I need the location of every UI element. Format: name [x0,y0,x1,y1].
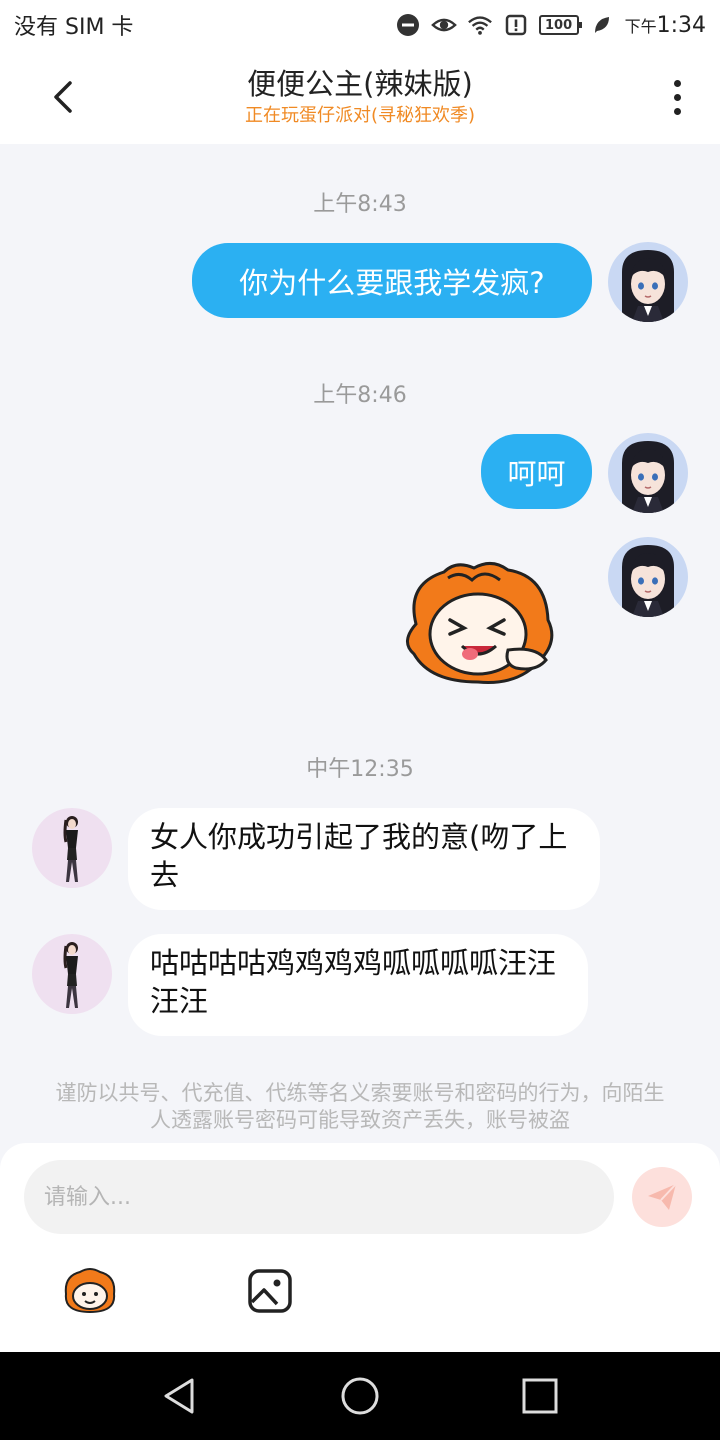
girl-figure-avatar-icon [63,816,78,882]
nav-back-button[interactable] [156,1372,204,1420]
chat-subtitle: 正在玩蛋仔派对(寻秘狂欢季) [244,105,476,126]
alert-icon [503,12,529,38]
circle-home-icon [341,1377,379,1415]
avatar-self[interactable] [608,433,688,513]
timestamp: 上午8:46 [313,383,407,408]
message-bubble-incoming[interactable]: 咕咕咕咕鸡鸡鸡鸡呱呱呱呱汪汪汪汪 [128,934,588,1036]
timestamp: 上午8:43 [313,192,407,217]
chevron-left-icon [54,81,72,113]
sticker-message[interactable] [396,554,564,690]
status-bar: 没有 SIM 卡 100 下午1:34 [0,0,720,50]
battery-indicator: 100 [538,15,582,35]
back-button[interactable] [40,74,86,120]
message-bubble-incoming[interactable]: 女人你成功引起了我的意(吻了上去 [128,808,600,910]
more-vertical-icon [673,79,681,87]
time-prefix: 下午 [624,16,657,36]
chat-screen: 没有 SIM 卡 100 下午1:34 便便公主(辣妹版) 正在玩蛋仔派对(寻秘… [0,0,720,1440]
square-recents-icon [522,1378,558,1414]
message-input[interactable] [24,1160,614,1234]
message-bubble-outgoing[interactable]: 你为什么要跟我学发疯? [192,243,592,318]
eye-icon [430,12,457,38]
security-warning: 谨防以共号、代充值、代练等名义索要账号和密码的行为，向陌生人透露账号密码可能导致… [55,1081,665,1132]
anime-girl-avatar-icon [622,250,674,322]
chat-title: 便便公主(辣妹版) [247,67,473,101]
more-options-button[interactable] [662,72,692,122]
nav-recents-button[interactable] [516,1372,564,1420]
paper-plane-icon [648,1183,677,1210]
message-bubble-outgoing[interactable]: 呵呵 [481,434,592,509]
send-button[interactable] [632,1167,692,1227]
avatar-self[interactable] [608,242,688,322]
image-icon [248,1269,292,1313]
timestamp: 中午12:35 [306,757,414,782]
system-nav-bar [0,1352,720,1440]
leaf-icon [589,12,615,38]
carrier-text: 没有 SIM 卡 [14,15,134,40]
triangle-back-icon [164,1378,194,1414]
emoji-sticker-button[interactable] [60,1265,120,1317]
avatar-contact[interactable] [32,808,112,888]
avatar-contact[interactable] [32,934,112,1014]
image-picker-button[interactable] [246,1267,294,1315]
clock: 1:34 [656,12,706,38]
do-not-disturb-icon [395,12,421,38]
avatar-self[interactable] [608,537,688,617]
anime-girl-avatar-icon [622,545,674,617]
anime-girl-avatar-icon [622,441,674,513]
message-list[interactable]: 上午8:43 你为什么要跟我学发疯? 上午8:46 呵呵 中午12:35 女人你… [0,144,720,1144]
nav-home-button[interactable] [336,1372,384,1420]
wifi-icon [467,12,493,38]
eggy-face-icon [64,1268,116,1314]
girl-figure-avatar-icon [63,942,78,1008]
chat-header: 便便公主(辣妹版) 正在玩蛋仔派对(寻秘狂欢季) [0,50,720,144]
input-panel [0,1143,720,1352]
eggy-laughing-sticker-icon [406,562,554,684]
